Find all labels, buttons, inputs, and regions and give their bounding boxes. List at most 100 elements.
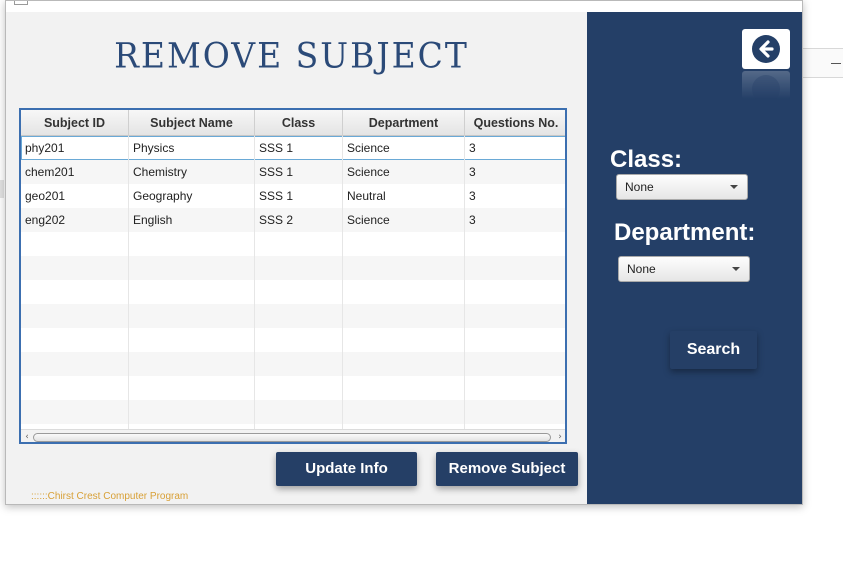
back-button-reflection [742,71,790,99]
column-header-questions-no[interactable]: Questions No. [465,110,565,136]
window-menu-icon[interactable] [14,1,28,5]
empty-table-row [21,304,565,328]
empty-cell [343,304,465,328]
empty-cell [129,328,255,352]
empty-cell [465,232,565,256]
table-row[interactable]: geo201 Geography SSS 1 Neutral 3 [21,184,565,208]
scroll-left-icon[interactable]: ‹ [22,432,32,442]
cell-subject-name: English [129,208,255,232]
column-header-subject-name[interactable]: Subject Name [129,110,255,136]
background-window-strip [803,48,843,78]
minimize-mark [831,63,841,64]
empty-cell [21,232,129,256]
column-header-subject-id[interactable]: Subject ID [21,110,129,136]
cell-department: Neutral [343,184,465,208]
class-select-value: None [625,180,654,194]
empty-cell [465,280,565,304]
cell-class: SSS 1 [255,136,343,160]
empty-cell [21,304,129,328]
empty-cell [255,376,343,400]
subjects-table[interactable]: Subject ID Subject Name Class Department… [19,108,567,444]
column-header-class[interactable]: Class [255,110,343,136]
empty-cell [255,352,343,376]
cell-questions-no: 3 [465,136,565,160]
empty-cell [129,400,255,424]
table-row[interactable]: chem201 Chemistry SSS 1 Science 3 [21,160,565,184]
department-label: Department: [614,219,756,246]
empty-cell [255,280,343,304]
empty-cell [21,352,129,376]
empty-cell [255,328,343,352]
empty-cell [465,328,565,352]
empty-cell [129,352,255,376]
empty-cell [465,400,565,424]
remove-subject-button[interactable]: Remove Subject [436,452,578,486]
class-select[interactable]: None [616,174,748,200]
cell-class: SSS 2 [255,208,343,232]
filter-side-panel: Class: None Department: None Search [587,12,802,504]
cell-department: Science [343,208,465,232]
cell-subject-id: chem201 [21,160,129,184]
cell-subject-id: geo201 [21,184,129,208]
cell-class: SSS 1 [255,184,343,208]
empty-cell [343,232,465,256]
empty-table-row [21,376,565,400]
empty-cell [343,400,465,424]
cell-subject-name: Chemistry [129,160,255,184]
empty-table-row [21,352,565,376]
class-label: Class: [610,146,683,173]
page-title: REMOVE SUBJECT [114,35,469,76]
footer-credit: ::::::Chirst Crest Computer Program [31,491,189,502]
scrollbar-thumb[interactable] [33,433,551,442]
empty-cell [255,256,343,280]
cell-department: Science [343,160,465,184]
cell-department: Science [343,136,465,160]
table-body: phy201 Physics SSS 1 Science 3 chem201 C… [21,136,565,442]
empty-cell [21,256,129,280]
horizontal-scrollbar[interactable]: ‹ › [21,429,565,442]
empty-cell [343,280,465,304]
empty-cell [129,280,255,304]
empty-cell [343,328,465,352]
scroll-right-icon[interactable]: › [555,432,565,442]
empty-cell [255,400,343,424]
empty-table-row [21,400,565,424]
remove-subject-window: REMOVE SUBJECT Subject ID Subject Name C… [5,0,803,505]
empty-cell [343,256,465,280]
department-select[interactable]: None [618,256,750,282]
chevron-down-icon [730,185,738,189]
table-row[interactable]: eng202 English SSS 2 Science 3 [21,208,565,232]
empty-table-row [21,280,565,304]
table-row[interactable]: phy201 Physics SSS 1 Science 3 [21,136,565,160]
empty-cell [129,304,255,328]
empty-cell [21,280,129,304]
cell-subject-name: Geography [129,184,255,208]
cell-class: SSS 1 [255,160,343,184]
update-info-button[interactable]: Update Info [276,452,417,486]
search-button[interactable]: Search [670,331,757,369]
chevron-down-icon [732,267,740,271]
table-header: Subject ID Subject Name Class Department… [21,110,565,136]
cell-subject-name: Physics [129,136,255,160]
cell-questions-no: 3 [465,160,565,184]
empty-table-row [21,232,565,256]
empty-cell [129,376,255,400]
background-window-edge [0,180,4,198]
empty-cell [129,256,255,280]
cell-questions-no: 3 [465,208,565,232]
column-header-department[interactable]: Department [343,110,465,136]
empty-cell [465,376,565,400]
empty-cell [255,232,343,256]
empty-cell [21,376,129,400]
empty-cell [21,328,129,352]
empty-cell [343,352,465,376]
window-titlebar [6,1,802,12]
empty-cell [129,232,255,256]
empty-cell [343,376,465,400]
empty-cell [465,256,565,280]
cell-subject-id: phy201 [21,136,129,160]
empty-cell [465,304,565,328]
back-button[interactable] [742,29,790,69]
empty-table-row [21,256,565,280]
department-select-value: None [627,262,656,276]
